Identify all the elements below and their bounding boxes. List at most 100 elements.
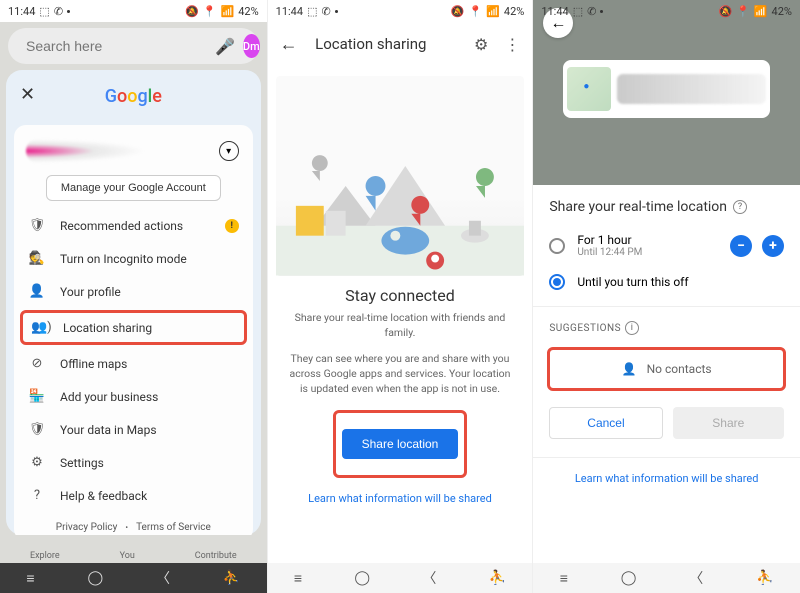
- status-bar: 11:44⬚✆ 🔕📍📶42%: [268, 0, 533, 22]
- close-icon[interactable]: ✕: [20, 84, 35, 105]
- menu-label: Turn on Incognito mode: [60, 252, 187, 266]
- map-thumbnail: [567, 67, 611, 111]
- cancel-button[interactable]: Cancel: [549, 407, 662, 439]
- accessibility-icon[interactable]: ⛹: [489, 570, 506, 586]
- location-card[interactable]: [563, 60, 770, 118]
- minus-button[interactable]: −: [730, 235, 752, 257]
- menu-label: Settings: [60, 456, 104, 470]
- no-contacts-label: No contacts: [647, 362, 712, 376]
- back-icon[interactable]: 〈: [689, 568, 703, 588]
- android-nav-bar: ≡ ◯ 〈 ⛹: [533, 563, 800, 593]
- sheet-title: Share your real-time location ?: [533, 185, 800, 225]
- search-input[interactable]: [26, 38, 207, 54]
- android-nav-bar: ≡ ◯ 〈 ⛹: [0, 563, 267, 593]
- shield-icon: 🛡: [28, 218, 46, 233]
- menu-incognito[interactable]: 🕵 Turn on Incognito mode: [18, 242, 249, 275]
- menu-recommended-actions[interactable]: 🛡 Recommended actions!: [18, 209, 249, 242]
- option-until-off[interactable]: Until you turn this off: [533, 266, 800, 298]
- app-bar: ← Location sharing ⚙ ⋮: [268, 22, 533, 66]
- menu-label: Offline maps: [60, 357, 127, 371]
- page-title: Location sharing: [280, 35, 462, 53]
- info-icon[interactable]: i: [625, 321, 639, 335]
- mic-icon[interactable]: 🎤: [215, 37, 235, 56]
- radio-checked-icon[interactable]: [549, 274, 565, 290]
- privacy-link[interactable]: Privacy Policy: [56, 522, 118, 533]
- status-bar: 11:44⬚✆ 🔕📍📶42%: [533, 0, 800, 22]
- help-icon[interactable]: ?: [733, 200, 747, 214]
- status-battery: 42%: [238, 5, 258, 18]
- shield-icon: 🛡: [28, 422, 46, 437]
- home-icon[interactable]: ◯: [621, 570, 637, 586]
- tab-explore[interactable]: Explore: [30, 551, 60, 561]
- menu-add-business[interactable]: 🏪 Add your business: [18, 380, 249, 413]
- manage-account-button[interactable]: Manage your Google Account: [46, 175, 221, 201]
- radio-unchecked-icon[interactable]: [549, 238, 565, 254]
- option-label: Until you turn this off: [577, 275, 784, 289]
- person-icon: 👤: [28, 284, 46, 299]
- menu-location-sharing[interactable]: 👥) Location sharing: [20, 310, 247, 345]
- plus-button[interactable]: +: [762, 235, 784, 257]
- android-nav-bar: ≡ ◯ 〈 ⛹: [268, 563, 533, 593]
- share-button: Share: [673, 407, 784, 439]
- cloud-off-icon: ⊘: [28, 356, 46, 371]
- divider: [533, 457, 800, 458]
- menu-offline-maps[interactable]: ⊘ Offline maps: [18, 347, 249, 380]
- location-text-redacted: [617, 74, 766, 104]
- status-time: 11:44: [8, 5, 35, 18]
- paragraph-1: Share your real-time location with frien…: [268, 305, 533, 346]
- gear-icon[interactable]: ⚙: [470, 35, 492, 54]
- help-icon: ?: [28, 488, 46, 503]
- tab-contribute[interactable]: Contribute: [195, 551, 237, 561]
- chevron-down-icon[interactable]: ▾: [219, 141, 239, 161]
- divider: [533, 306, 800, 307]
- back-icon[interactable]: 〈: [156, 568, 170, 588]
- tos-link[interactable]: Terms of Service: [136, 522, 211, 533]
- learn-more-link[interactable]: Learn what information will be shared: [268, 492, 533, 505]
- accessibility-icon[interactable]: ⛹: [223, 570, 240, 586]
- share-location-button[interactable]: Share location: [342, 429, 459, 459]
- menu-label: Add your business: [60, 390, 158, 404]
- home-icon[interactable]: ◯: [87, 570, 103, 586]
- menu-your-data[interactable]: 🛡 Your data in Maps: [18, 413, 249, 446]
- avatar[interactable]: Dm: [243, 34, 260, 58]
- map-backdrop: ←: [533, 0, 800, 185]
- store-icon: 🏪: [28, 389, 46, 404]
- menu-label: Help & feedback: [60, 489, 147, 503]
- menu-label: Location sharing: [63, 321, 152, 335]
- menu-label: Your profile: [60, 285, 121, 299]
- account-sheet: ✕ Google ▾ Manage your Google Account 🛡 R…: [6, 70, 261, 535]
- heading: Stay connected: [268, 286, 533, 305]
- menu-help[interactable]: ? Help & feedback: [18, 479, 249, 512]
- illustration: [276, 76, 525, 276]
- home-icon[interactable]: ◯: [354, 570, 370, 586]
- google-logo: Google: [14, 86, 253, 107]
- accessibility-icon[interactable]: ⛹: [756, 570, 773, 586]
- option-label: For 1 hour: [577, 233, 718, 247]
- account-row[interactable]: ▾: [18, 131, 249, 171]
- paragraph-2: They can see where you are and share wit…: [268, 346, 533, 402]
- incognito-icon: 🕵: [28, 251, 46, 266]
- back-icon[interactable]: 〈: [422, 568, 436, 588]
- menu-label: Your data in Maps: [60, 423, 157, 437]
- bottom-tabs: Explore You Contribute: [0, 535, 267, 563]
- location-sharing-icon: 👥): [31, 320, 49, 335]
- learn-more-link[interactable]: Learn what information will be shared: [533, 466, 800, 495]
- recents-icon[interactable]: ≡: [294, 570, 302, 587]
- alert-badge: !: [225, 219, 239, 233]
- tab-you[interactable]: You: [120, 551, 135, 561]
- option-sublabel: Until 12:44 PM: [577, 247, 718, 258]
- recents-icon[interactable]: ≡: [26, 570, 34, 587]
- recents-icon[interactable]: ≡: [560, 570, 568, 587]
- suggestions-header: SUGGESTIONS i: [533, 315, 800, 341]
- menu-your-profile[interactable]: 👤 Your profile: [18, 275, 249, 308]
- highlight-box: Share location: [333, 410, 468, 478]
- menu-label: Recommended actions: [60, 219, 183, 233]
- person-icon: 👤: [622, 362, 637, 376]
- search-bar[interactable]: 🎤 Dm: [8, 28, 259, 64]
- option-for-1-hour[interactable]: For 1 hour Until 12:44 PM − +: [533, 225, 800, 266]
- gear-icon: ⚙: [28, 455, 46, 470]
- status-bar: 11:44⬚✆ 🔕📍📶42%: [0, 0, 267, 22]
- more-icon[interactable]: ⋮: [500, 35, 524, 54]
- menu-settings[interactable]: ⚙ Settings: [18, 446, 249, 479]
- no-contacts-row[interactable]: 👤 No contacts: [547, 347, 786, 391]
